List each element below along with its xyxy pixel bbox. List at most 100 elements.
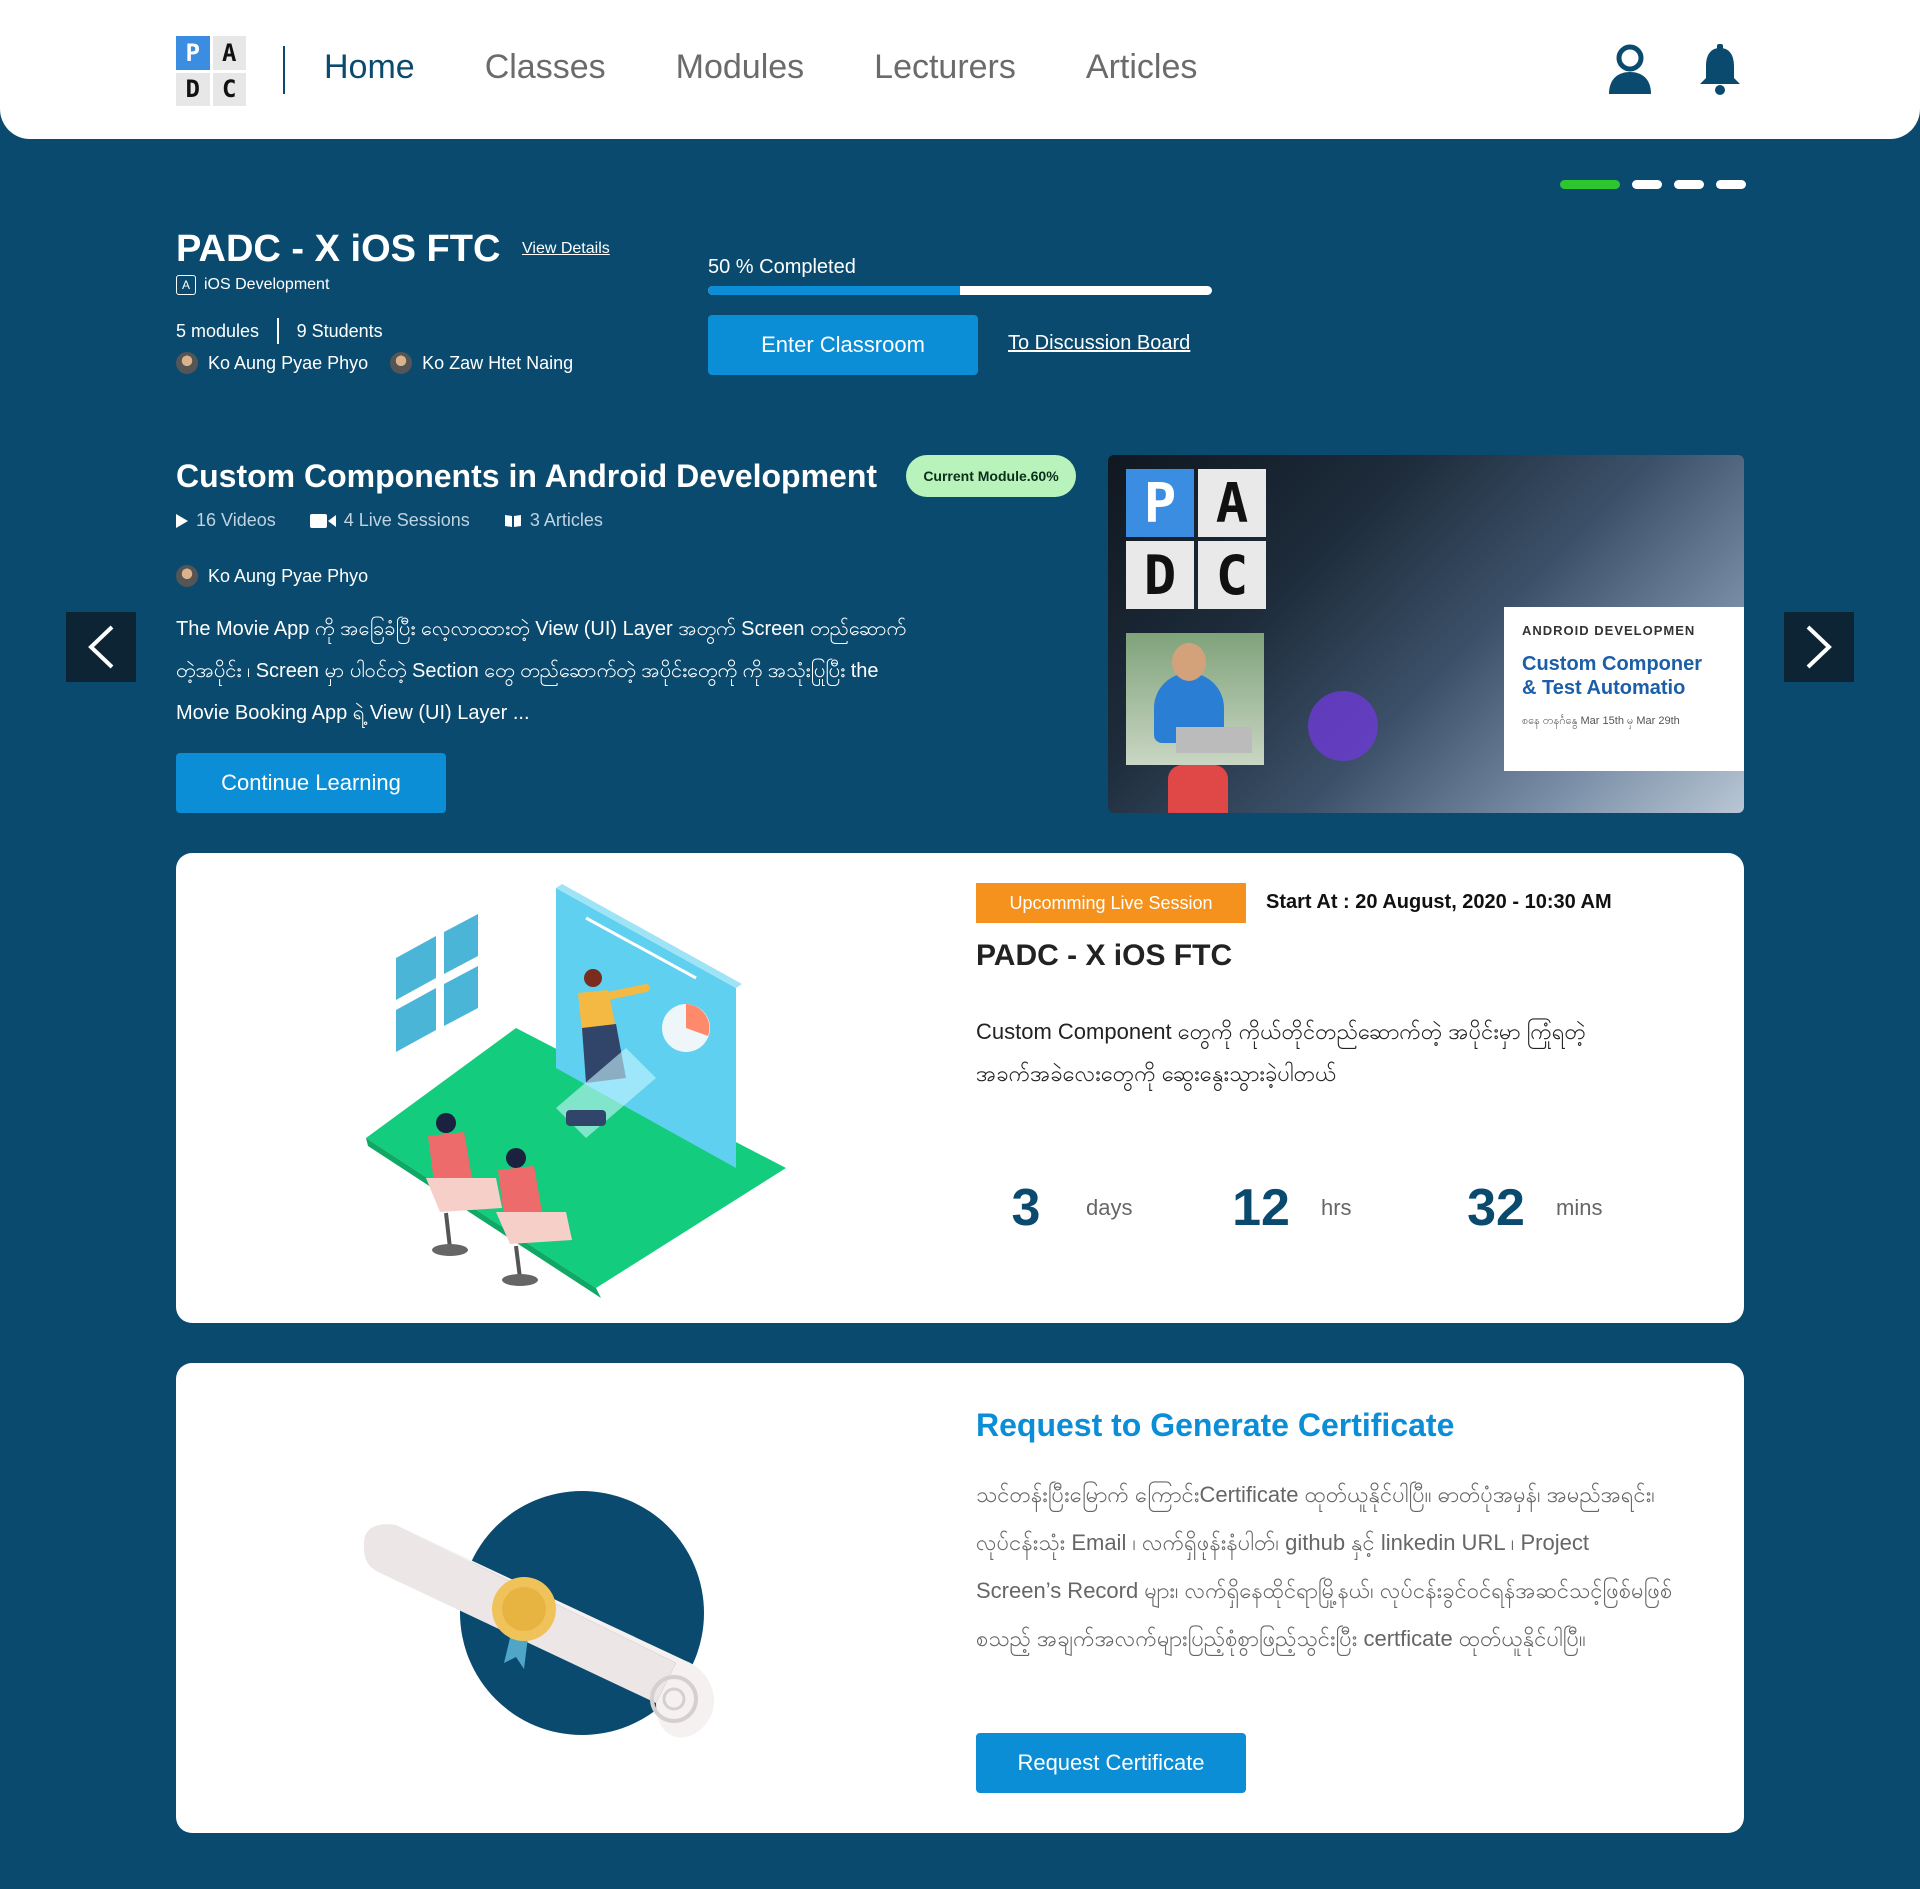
banner-title: Custom Componer & Test Automatio [1522, 652, 1744, 700]
countdown-value: 32 [1467, 1179, 1525, 1237]
live-session-card: Upcomming Live Session Start At : 20 Aug… [176, 853, 1744, 1323]
class-lecturers: Ko Aung Pyae Phyo Ko Zaw Htet Naing [176, 352, 573, 374]
request-certificate-button[interactable]: Request Certificate [976, 1733, 1246, 1793]
module-cover-image: P A D C ANDROID DEVELOPMEN Custom Compon… [1108, 455, 1744, 813]
padc-logo[interactable]: P A D C [176, 36, 246, 106]
countdown-days: 3 days [976, 1158, 1211, 1258]
avatar [176, 352, 198, 374]
notification-bell-icon[interactable] [1697, 44, 1743, 96]
session-countdown: 3 days 12 hrs 32 mins [976, 1158, 1681, 1258]
avatar [390, 352, 413, 374]
continue-learning-button[interactable]: Continue Learning [176, 753, 446, 813]
current-module-badge: Current Module.60% [906, 455, 1076, 497]
session-start-time: Start At : 20 August, 2020 - 10:30 AM [1266, 891, 1612, 913]
lecturer-photo [1126, 633, 1264, 765]
chevron-right-icon [1806, 625, 1832, 669]
logo-letter: A [212, 36, 246, 70]
live-sessions-count: 4 Live Sessions [343, 510, 470, 530]
book-icon [504, 514, 521, 527]
nav-classes[interactable]: Classes [485, 48, 606, 87]
slider-dot[interactable] [1716, 180, 1746, 189]
session-description: Custom Component တွေကို ကိုယ်တိုင်တည်ဆော… [976, 1019, 1586, 1086]
logo-letter: C [1198, 541, 1266, 609]
padc-logo: P A D C [1126, 469, 1266, 609]
countdown-unit: mins [1556, 1195, 1603, 1220]
banner-heading: ANDROID DEVELOPMEN [1522, 623, 1696, 638]
app-store-icon: A [176, 275, 196, 295]
class-category-label: iOS Development [204, 276, 330, 293]
class-progress-bar [708, 286, 1212, 295]
lecturer-item[interactable]: Ko Aung Pyae Phyo [176, 352, 368, 374]
banner-title-line: Custom Componer [1522, 653, 1702, 675]
student-count: 9 Students [296, 320, 383, 341]
countdown-unit: hrs [1321, 1195, 1352, 1220]
avatar [176, 565, 198, 587]
discussion-board-link[interactable]: To Discussion Board [1008, 332, 1190, 355]
certificate-card: Request to Generate Certificate သင်တန်းပ… [176, 1363, 1744, 1833]
countdown-unit: days [1086, 1195, 1133, 1220]
certificate-title: Request to Generate Certificate [976, 1407, 1455, 1443]
enter-classroom-button[interactable]: Enter Classroom [708, 315, 978, 375]
logo-letter: P [176, 36, 210, 70]
session-title: PADC - X iOS FTC [976, 939, 1233, 972]
logo-letter: D [176, 72, 210, 106]
countdown-hours: 12 hrs [1211, 1158, 1446, 1258]
lecturer-name: Ko Aung Pyae Phyo [208, 565, 369, 586]
module-count: 5 modules [176, 320, 260, 341]
countdown-value: 12 [1232, 1179, 1290, 1237]
videos-stat: 16 Videos [176, 510, 276, 531]
progress-fill [708, 286, 960, 295]
person-head [1172, 643, 1206, 681]
module-title: Custom Components in Android Development [176, 458, 878, 494]
lecturer-name: Ko Aung Pyae Phyo [208, 352, 369, 373]
play-icon [176, 513, 188, 528]
videos-count: 16 Videos [196, 510, 276, 530]
class-title: PADC - X iOS FTC [176, 228, 501, 270]
countdown-minutes: 32 mins [1446, 1158, 1681, 1258]
stats-divider [277, 318, 279, 344]
slider-dot-active[interactable] [1560, 180, 1620, 189]
countdown-value: 3 [1011, 1179, 1041, 1237]
logo-letter: D [1126, 541, 1194, 609]
certificate-description: သင်တန်းပြီးမြောက် ကြောင်းCertificate ထုတ… [976, 1482, 1673, 1651]
app-icon-shape [1308, 691, 1378, 761]
upcoming-live-badge: Upcomming Live Session [976, 883, 1246, 923]
header-divider [283, 46, 285, 94]
class-stats: 5 modules 9 Students [176, 318, 383, 344]
certificate-scroll-illustration [364, 1491, 715, 1738]
nav-modules[interactable]: Modules [676, 48, 805, 87]
slider-indicator [1560, 180, 1746, 189]
chevron-left-icon [88, 625, 114, 669]
video-camera-icon [309, 513, 336, 528]
user-profile-icon[interactable] [1607, 44, 1653, 96]
logo-letter: C [212, 72, 246, 106]
articles-count: 3 Articles [529, 510, 603, 530]
module-banner-card: ANDROID DEVELOPMEN Custom Componer & Tes… [1504, 607, 1744, 771]
nav-lecturers[interactable]: Lecturers [874, 48, 1016, 87]
lecturer-name: Ko Zaw Htet Naing [422, 352, 574, 373]
class-category: A iOS Development [176, 275, 329, 295]
logo-letter: A [1198, 469, 1266, 537]
progress-label: 50 % Completed [708, 256, 856, 278]
nav-home[interactable]: Home [324, 48, 415, 87]
live-sessions-stat: 4 Live Sessions [309, 510, 470, 531]
nav-articles[interactable]: Articles [1086, 48, 1197, 87]
view-details-link[interactable]: View Details [522, 240, 610, 258]
module-lecturer[interactable]: Ko Aung Pyae Phyo [176, 565, 368, 587]
lecturer-item[interactable]: Ko Zaw Htet Naing [390, 352, 573, 374]
banner-dates: စနေ တနင်္ဂနွေ Mar 15th မှ Mar 29th [1522, 715, 1680, 727]
classroom-illustration [366, 884, 786, 1298]
top-header: P A D C Home Classes Modules Lecturers A… [0, 0, 1920, 139]
module-stats: 16 Videos 4 Live Sessions 3 Articles [176, 510, 603, 531]
laptop-figure [1176, 727, 1252, 753]
logo-letter: P [1126, 469, 1194, 537]
app-icon-shape [1168, 765, 1228, 813]
slider-dot[interactable] [1674, 180, 1704, 189]
module-description: The Movie App ကို အခြေခံပြီး လေ့လာထားတဲ့… [176, 618, 907, 724]
slider-dot[interactable] [1632, 180, 1662, 189]
next-slide-button[interactable] [1784, 612, 1854, 682]
banner-title-line: & Test Automatio [1522, 677, 1686, 699]
previous-slide-button[interactable] [66, 612, 136, 682]
articles-stat: 3 Articles [504, 510, 603, 531]
main-nav: Home Classes Modules Lecturers Articles [324, 48, 1197, 87]
